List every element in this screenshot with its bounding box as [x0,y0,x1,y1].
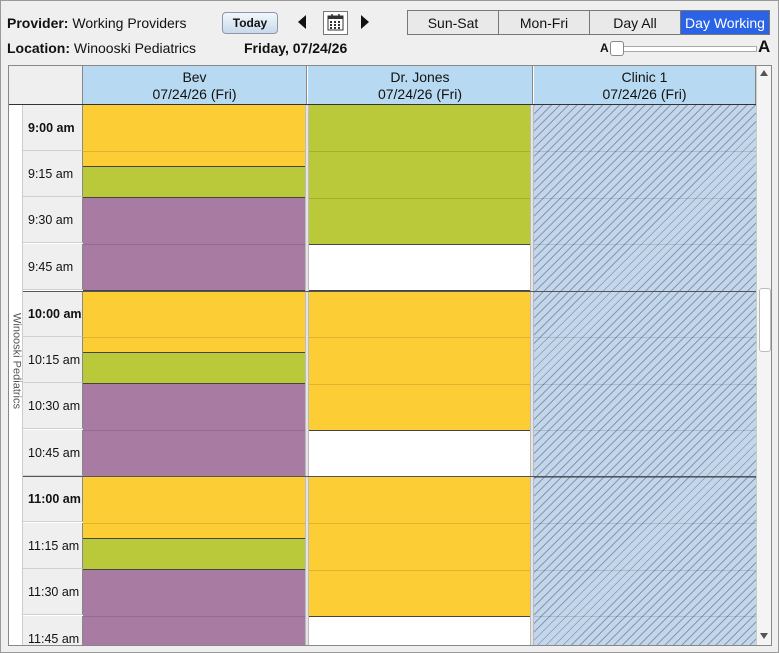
open-slot[interactable] [309,617,532,645]
open-slot[interactable] [309,245,532,291]
tab-day-all[interactable]: Day All [589,10,681,35]
appointment-block[interactable] [83,105,306,167]
time-slot: 10:15 am [23,337,83,383]
tab-sun-sat[interactable]: Sun-Sat [407,10,499,35]
appointment-block[interactable] [83,477,306,539]
column-date: 07/24/26 (Fri) [602,86,687,102]
time-slot: 10:00 am [23,291,83,337]
provider-row: Provider: Working Providers [7,15,186,31]
grid-corner [9,66,83,104]
appointment-block[interactable] [83,539,306,570]
calendar-icon[interactable] [323,11,348,35]
column-name: Clinic 1 [621,69,668,85]
scheduler-window: Provider: Working Providers Today Sun-Sa… [0,0,779,653]
provider-value[interactable]: Working Providers [72,15,186,31]
appointment-block[interactable] [309,477,532,617]
hour-divider [23,291,769,292]
time-slot: 11:15 am [23,523,83,569]
appointment-block[interactable] [83,570,306,645]
appointment-block[interactable] [309,105,532,245]
appointment-block[interactable] [309,291,532,431]
hour-divider [23,476,769,477]
font-small-icon: A [600,41,609,55]
time-slot: 11:45 am [23,616,83,645]
column-date: 07/24/26 (Fri) [152,86,237,102]
schedule-grid: Bev 07/24/26 (Fri) Dr. Jones 07/24/26 (F… [8,65,772,646]
prev-day-icon[interactable] [298,15,306,29]
location-label: Location: [7,40,70,56]
tab-day-working[interactable]: Day Working [680,10,770,35]
time-slot: 10:30 am [23,383,83,429]
open-slot[interactable] [309,431,532,477]
location-vertical-text: Winooski Pediatrics [10,313,23,409]
font-size-slider[interactable] [613,46,757,52]
column-header-dr-jones[interactable]: Dr. Jones 07/24/26 (Fri) [308,66,533,104]
location-vertical-label: Winooski Pediatrics [9,105,23,645]
today-button[interactable]: Today [222,12,278,34]
appointment-block[interactable] [83,353,306,384]
column-header-clinic-1[interactable]: Clinic 1 07/24/26 (Fri) [534,66,756,104]
column-clinic-1-unavailable [534,105,756,645]
time-slot: 9:15 am [23,151,83,197]
appointment-block[interactable] [83,291,306,353]
location-row: Location: Winooski Pediatrics [7,40,196,56]
scrollbar-thumb[interactable] [759,288,771,352]
time-slot: 9:30 am [23,197,83,243]
time-slot: 10:45 am [23,430,83,476]
time-slot: 11:00 am [23,476,83,522]
scroll-down-icon[interactable] [760,633,768,639]
font-size-slider-handle[interactable] [610,41,624,56]
tab-mon-fri[interactable]: Mon-Fri [498,10,590,35]
location-value[interactable]: Winooski Pediatrics [74,40,196,56]
next-day-icon[interactable] [361,15,369,29]
column-name: Dr. Jones [390,69,450,85]
provider-label: Provider: [7,15,69,31]
scroll-up-icon[interactable] [760,70,768,76]
column-date: 07/24/26 (Fri) [377,86,463,102]
appointment-block[interactable] [83,167,306,198]
column-dr-jones [309,105,532,645]
font-large-icon: A [758,37,771,56]
vertical-scrollbar[interactable] [756,66,771,645]
time-slot: 9:45 am [23,244,83,290]
column-header-bev[interactable]: Bev 07/24/26 (Fri) [83,66,307,104]
time-slot: 9:00 am [23,105,83,151]
time-slot: 11:30 am [23,569,83,615]
column-name: Bev [182,69,207,85]
current-date: Friday, 07/24/26 [244,40,348,56]
column-bev [83,105,306,645]
